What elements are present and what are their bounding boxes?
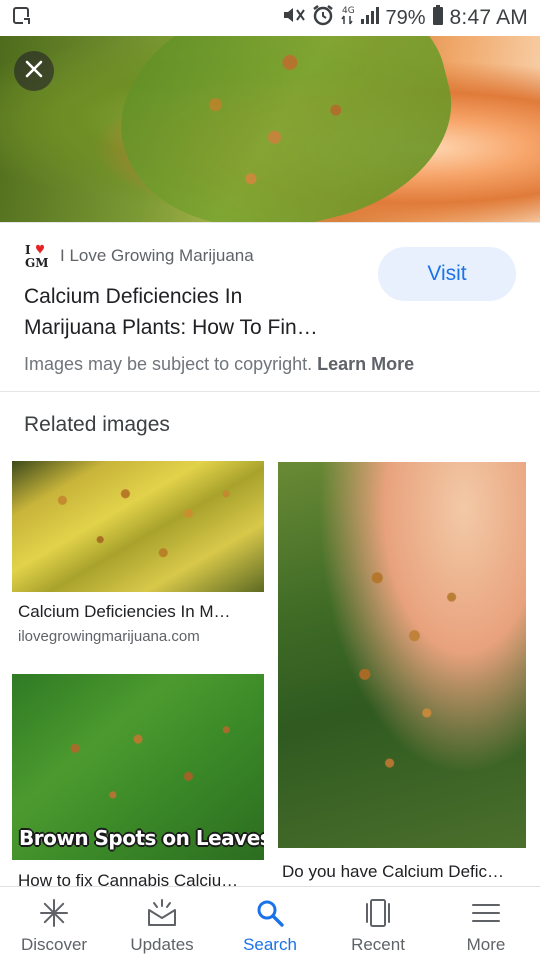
search-icon [254, 897, 286, 929]
close-button[interactable] [14, 51, 54, 91]
logo-letter-i: I [25, 243, 31, 257]
svg-text:4G: 4G [342, 6, 354, 16]
related-image-3[interactable]: Brown Spots on Leaves [12, 674, 264, 860]
recent-icon [362, 897, 394, 929]
related-image-3-overlay-text: Brown Spots on Leaves [19, 826, 264, 850]
related-image-2[interactable] [278, 462, 526, 848]
visit-button[interactable]: Visit [378, 247, 516, 301]
nav-more[interactable]: More [432, 887, 540, 960]
nav-recent-label: Recent [351, 935, 405, 954]
result-title-line-1[interactable]: Calcium Deficiencies In [24, 281, 364, 312]
updates-icon [146, 897, 178, 929]
alarm-icon [312, 4, 334, 32]
clock-time: 8:47 AM [449, 6, 528, 29]
discover-icon [38, 897, 70, 929]
result-title[interactable]: Calcium Deficiencies In Marijuana Plants… [24, 281, 364, 343]
source-name[interactable]: I Love Growing Marijuana [60, 246, 254, 266]
learn-more-link[interactable]: Learn More [317, 354, 414, 374]
nav-discover-label: Discover [20, 935, 88, 954]
logo-letters-gm: GM [25, 256, 49, 269]
nav-discover[interactable]: Discover [0, 887, 108, 960]
close-icon [24, 59, 44, 84]
nav-updates[interactable]: Updates [108, 887, 216, 960]
data-4g-icon: 4G [340, 4, 354, 32]
related-image-2-caption[interactable]: Do you have Calcium Defic… [282, 862, 522, 882]
related-image-1[interactable] [12, 461, 264, 592]
nav-more-label: More [466, 935, 506, 954]
nav-search-label: Search [243, 935, 297, 954]
bottom-navigation: Discover Updates Search Recent More [0, 886, 540, 960]
copyright-text: Images may be subject to copyright. [24, 354, 313, 374]
status-bar: 4G 79% 8:47 AM [0, 0, 540, 36]
image-info-panel: I GM I Love Growing Marijuana Calcium De… [0, 222, 540, 392]
nav-updates-label: Updates [130, 935, 194, 954]
nav-search[interactable]: Search [216, 887, 324, 960]
result-title-line-2[interactable]: Marijuana Plants: How To Fin… [24, 312, 364, 343]
preview-image[interactable] [0, 36, 540, 222]
leaf-image-shape [97, 36, 473, 222]
menu-icon [470, 897, 502, 929]
nav-recent[interactable]: Recent [324, 887, 432, 960]
copyright-notice: Images may be subject to copyright. Lear… [24, 354, 414, 375]
battery-icon [432, 4, 444, 32]
source-row[interactable]: I GM I Love Growing Marijuana [24, 243, 254, 270]
related-images-heading: Related images [24, 413, 170, 436]
source-logo-icon: I GM [24, 243, 52, 270]
mute-icon [282, 5, 306, 31]
related-image-1-domain[interactable]: ilovegrowingmarijuana.com [18, 628, 200, 645]
screenshot-icon [12, 6, 32, 31]
signal-icon [360, 5, 380, 31]
related-image-1-caption[interactable]: Calcium Deficiencies In M… [18, 602, 258, 622]
battery-percent: 79% [385, 6, 426, 29]
